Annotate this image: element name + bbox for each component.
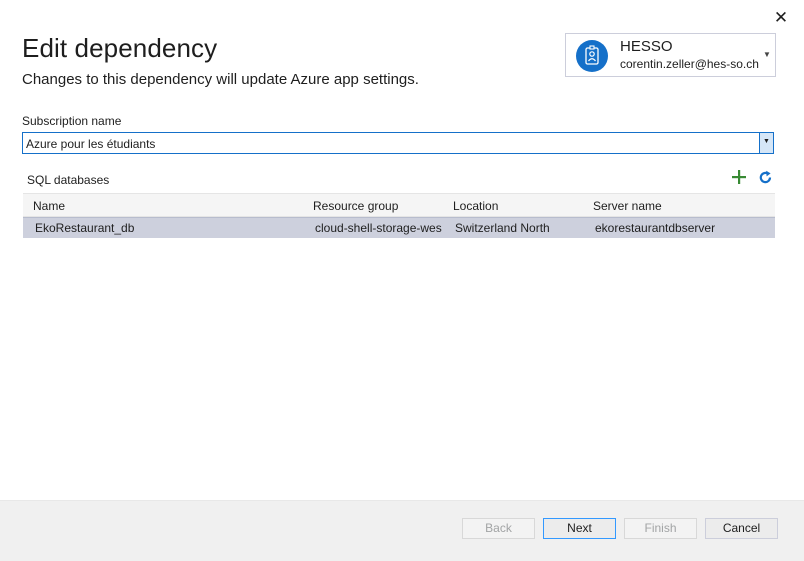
cell-resource-group: cloud-shell-storage-wes xyxy=(315,221,442,235)
cell-location: Switzerland North xyxy=(455,221,550,235)
sql-databases-label: SQL databases xyxy=(27,173,110,187)
refresh-icon[interactable] xyxy=(757,169,774,186)
sql-databases-grid: Name Resource group Location Server name… xyxy=(23,193,775,493)
account-name: HESSO xyxy=(620,38,673,55)
page-subtitle: Changes to this dependency will update A… xyxy=(22,71,419,88)
close-icon: ✕ xyxy=(773,8,789,27)
subscription-dropdown-button[interactable]: ▼ xyxy=(759,133,773,153)
column-header-location[interactable]: Location xyxy=(453,199,498,213)
grid-header: Name Resource group Location Server name xyxy=(23,193,775,217)
chevron-down-icon: ▼ xyxy=(763,50,771,59)
table-row[interactable]: EkoRestaurant_db cloud-shell-storage-wes… xyxy=(23,217,775,238)
next-button[interactable]: Next xyxy=(543,518,616,539)
subscription-select[interactable]: Azure pour les étudiants ▼ xyxy=(22,132,774,154)
account-selector[interactable]: HESSO corentin.zeller@hes-so.ch ▼ xyxy=(565,33,776,77)
chevron-down-icon: ▼ xyxy=(763,138,770,145)
close-button[interactable]: ✕ xyxy=(770,8,792,28)
add-icon[interactable] xyxy=(730,168,748,186)
cell-server-name: ekorestaurantdbserver xyxy=(595,221,716,235)
finish-button[interactable]: Finish xyxy=(624,518,697,539)
page-title: Edit dependency xyxy=(22,33,218,63)
column-header-resource-group[interactable]: Resource group xyxy=(313,199,398,213)
column-header-server-name[interactable]: Server name xyxy=(593,199,662,213)
cancel-button[interactable]: Cancel xyxy=(705,518,778,539)
cell-name: EkoRestaurant_db xyxy=(35,221,135,235)
user-badge-icon xyxy=(576,40,608,72)
account-email: corentin.zeller@hes-so.ch xyxy=(620,57,759,71)
footer-bar: Back Next Finish Cancel xyxy=(0,500,804,561)
subscription-value: Azure pour les étudiants xyxy=(26,137,156,151)
column-header-name[interactable]: Name xyxy=(33,199,65,213)
subscription-label: Subscription name xyxy=(22,114,122,128)
back-button[interactable]: Back xyxy=(462,518,535,539)
